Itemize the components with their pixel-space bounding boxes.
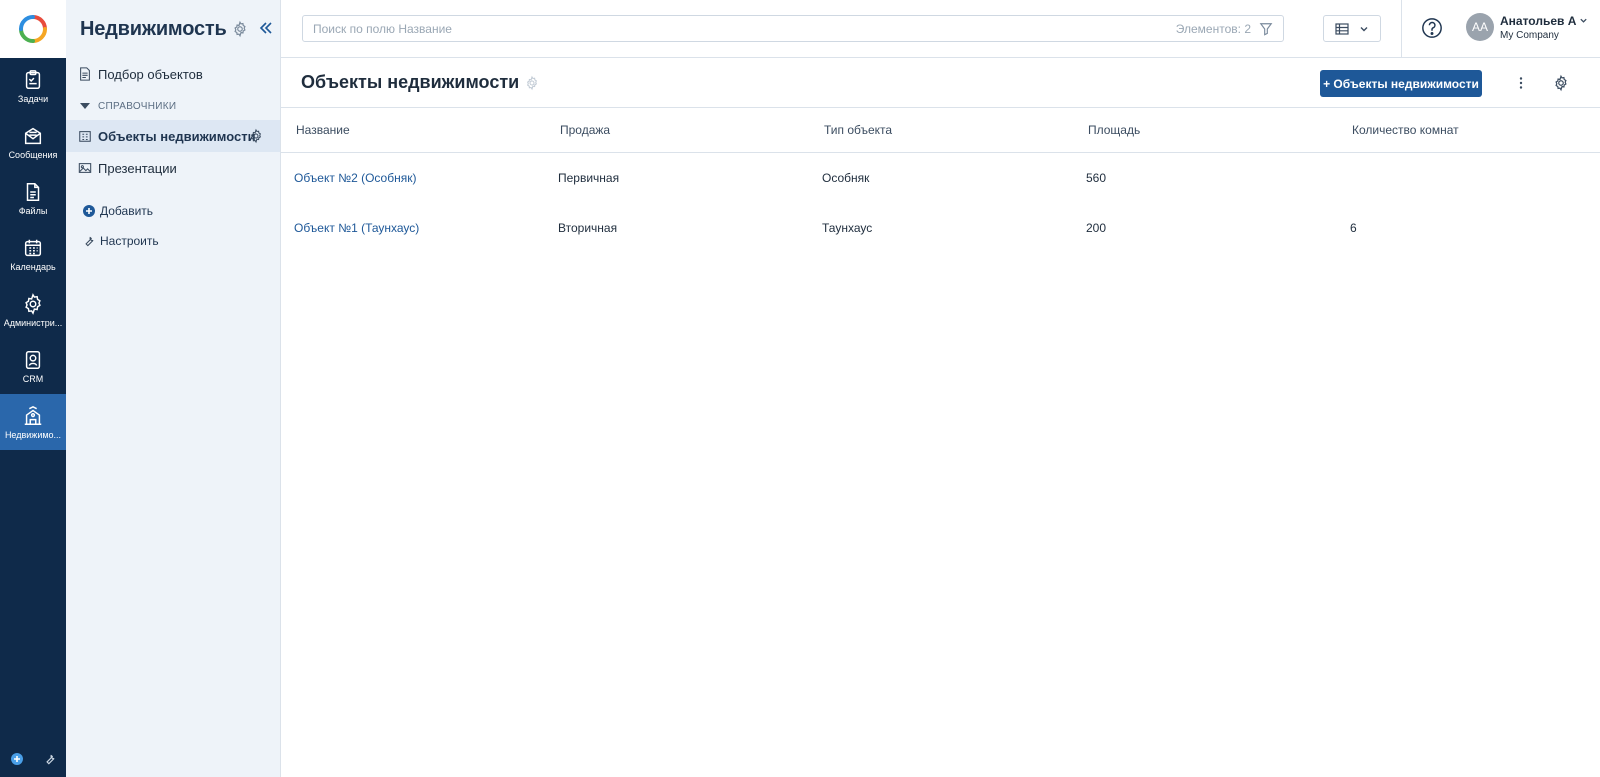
- wrench-icon: [85, 236, 94, 247]
- calendar-icon: [24, 239, 42, 256]
- document-icon: [80, 67, 90, 81]
- filter-icon[interactable]: [1259, 22, 1273, 36]
- gear-icon[interactable]: [524, 75, 540, 91]
- rail-item-label: CRM: [22, 373, 44, 384]
- user-menu[interactable]: АА Анатольев А My Company: [1466, 13, 1588, 41]
- real-estate-icon: [24, 405, 42, 425]
- rail-item-label: Недвижимо...: [4, 429, 62, 440]
- rail-bottom-actions: [0, 747, 66, 771]
- table-row[interactable]: Объект №2 (Особняк) Первичная Особняк 56…: [281, 153, 1600, 203]
- page-header: Объекты недвижимости + Объекты недвижимо…: [281, 58, 1600, 108]
- cell-area: 560: [1086, 171, 1107, 185]
- top-bar: Элементов: 2 АА Анатольев А My Company: [281, 0, 1600, 58]
- divider: [1401, 0, 1402, 58]
- search-input[interactable]: [313, 21, 1176, 36]
- sidebar-item-label: Подбор объектов: [98, 66, 203, 82]
- add-circle-icon: [83, 205, 95, 217]
- app-logo[interactable]: [0, 0, 66, 58]
- rail-item-tasks[interactable]: Задачи: [0, 58, 66, 114]
- rail-item-label: Календарь: [10, 261, 56, 272]
- object-link[interactable]: Объект №1 (Таунхаус): [281, 221, 545, 235]
- image-icon: [78, 163, 92, 173]
- more-options-icon[interactable]: [1513, 75, 1529, 91]
- table-view-icon: [1335, 22, 1349, 35]
- cell-sale: Вторичная: [558, 221, 618, 235]
- element-count: Элементов: 2: [1175, 21, 1251, 36]
- rail-item-label: Сообщения: [8, 149, 58, 160]
- sidebar-item-label: Объекты недвижимости: [98, 128, 256, 144]
- gear-icon: [25, 292, 41, 315]
- gear-icon[interactable]: [1552, 74, 1570, 92]
- rail-item-label: Администри...: [3, 317, 63, 328]
- sidebar-section-label: СПРАВОЧНИКИ: [98, 100, 177, 112]
- tasks-icon: [25, 69, 41, 89]
- section-sidebar: Недвижимость Подбор объектов СПРАВОЧНИКИ…: [66, 0, 281, 777]
- sidebar-title: Недвижимость: [80, 17, 227, 40]
- sidebar-item-real-estate-objects[interactable]: Объекты недвижимости: [66, 120, 280, 152]
- crm-icon: [25, 350, 41, 369]
- wrench-icon[interactable]: [43, 752, 57, 766]
- column-header-rooms[interactable]: Количество комнат: [1337, 123, 1600, 137]
- sidebar-item-presentations[interactable]: Презентации: [66, 152, 280, 184]
- rail-item-label: Задачи: [17, 93, 49, 104]
- building-icon: [79, 131, 91, 142]
- logo-icon: [19, 15, 47, 43]
- table-header: Название Продажа Тип объекта Площадь Кол…: [281, 108, 1600, 153]
- cell-rooms: 6: [1350, 221, 1357, 235]
- user-name-row: Анатольев А: [1500, 14, 1588, 28]
- chevron-down-icon: [1360, 26, 1368, 31]
- gear-icon[interactable]: [231, 20, 249, 38]
- add-circle-icon[interactable]: [10, 752, 24, 766]
- sidebar-item-object-selection[interactable]: Подбор объектов: [66, 58, 280, 90]
- rail-item-calendar[interactable]: Календарь: [0, 226, 66, 282]
- rail-item-admin[interactable]: Администри...: [0, 282, 66, 338]
- sidebar-add-button[interactable]: Добавить: [66, 196, 280, 226]
- cell-sale: Первичная: [558, 171, 620, 185]
- help-icon[interactable]: [1421, 17, 1443, 39]
- sidebar-header: Недвижимость: [66, 0, 280, 58]
- table-row[interactable]: Объект №1 (Таунхаус) Вторичная Таунхаус …: [281, 203, 1600, 253]
- sidebar-configure-button[interactable]: Настроить: [66, 226, 280, 256]
- avatar: АА: [1466, 13, 1494, 41]
- page-title: Объекты недвижимости: [301, 72, 520, 92]
- column-header-sale[interactable]: Продажа: [545, 123, 809, 137]
- column-header-type[interactable]: Тип объекта: [809, 123, 1073, 137]
- sidebar-add-label: Добавить: [100, 204, 154, 218]
- objects-table: Название Продажа Тип объекта Площадь Кол…: [281, 108, 1600, 253]
- rail-item-real-estate[interactable]: Недвижимо...: [0, 394, 66, 450]
- user-name: Анатольев А: [1500, 13, 1577, 28]
- rail-item-crm[interactable]: CRM: [0, 338, 66, 394]
- cell-type: Особняк: [822, 171, 870, 185]
- cell-type: Таунхаус: [822, 221, 873, 235]
- messages-icon: [24, 127, 42, 144]
- user-info: Анатольев А My Company: [1500, 14, 1588, 41]
- app-rail: Задачи Сообщения Файлы Календарь Админис…: [0, 0, 66, 777]
- page-title-row: Объекты недвижимости: [301, 72, 540, 93]
- rail-item-label: Файлы: [18, 205, 48, 216]
- collapse-sidebar-icon[interactable]: [258, 20, 274, 36]
- view-switcher[interactable]: [1323, 15, 1381, 42]
- files-icon: [26, 182, 40, 201]
- user-company: My Company: [1500, 29, 1559, 41]
- column-header-area[interactable]: Площадь: [1073, 123, 1337, 137]
- rail-item-files[interactable]: Файлы: [0, 170, 66, 226]
- search-box: Элементов: 2: [302, 15, 1284, 42]
- column-header-name[interactable]: Название: [281, 123, 545, 137]
- sidebar-configure-label: Настроить: [100, 234, 159, 248]
- gear-icon[interactable]: [248, 128, 264, 144]
- add-real-estate-button[interactable]: + Объекты недвижимости: [1320, 70, 1482, 97]
- rail-item-messages[interactable]: Сообщения: [0, 114, 66, 170]
- sidebar-section-directories[interactable]: СПРАВОЧНИКИ: [66, 92, 280, 120]
- sidebar-item-label: Презентации: [98, 160, 177, 176]
- object-link[interactable]: Объект №2 (Особняк): [281, 171, 545, 185]
- cell-area: 200: [1086, 221, 1107, 235]
- triangle-down-icon: [80, 103, 90, 109]
- chevron-down-icon: [1580, 18, 1588, 23]
